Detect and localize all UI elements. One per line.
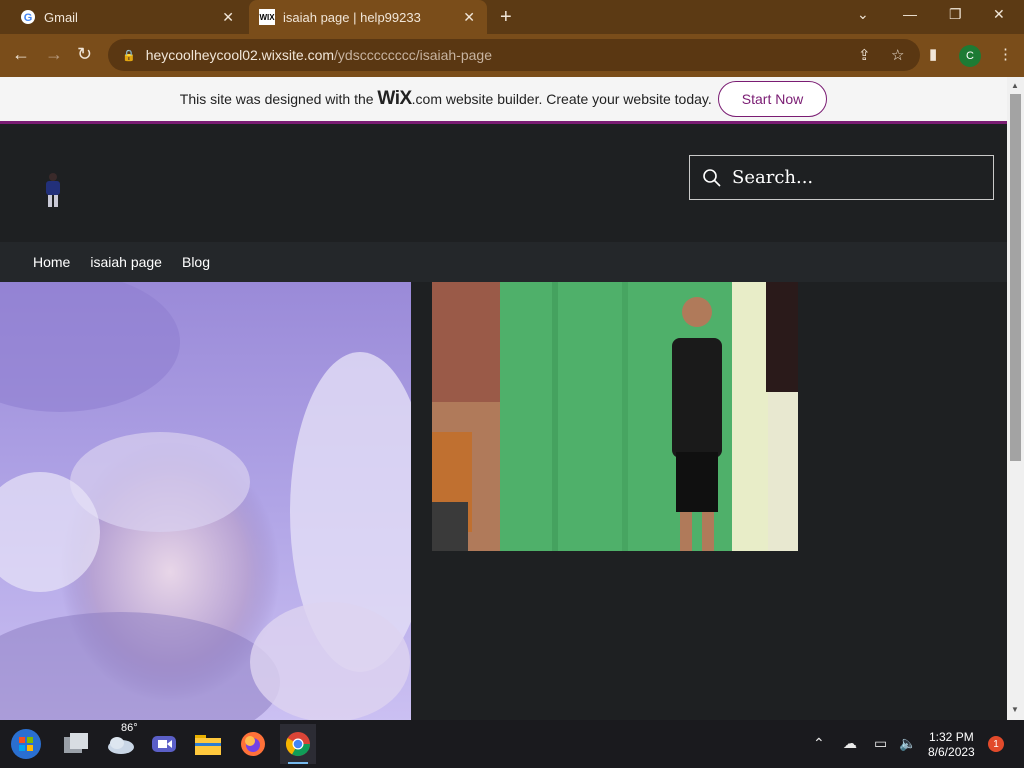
share-icon[interactable]: ⇪ <box>858 46 871 64</box>
search-placeholder: Search... <box>732 167 814 188</box>
gallery-photo-green-screen[interactable] <box>432 282 798 551</box>
gallery-photo-blurry-selfie[interactable] <box>0 282 411 720</box>
site-search-input[interactable]: Search... <box>689 155 994 200</box>
side-panel-icon[interactable]: ▮ <box>929 45 937 63</box>
file-explorer-icon[interactable] <box>192 728 224 760</box>
url-host: heycoolheycool02.wixsite.com <box>145 47 335 63</box>
wix-icon: WIX <box>259 9 275 25</box>
svg-text:G: G <box>24 12 33 24</box>
lock-icon: 🔒 <box>122 49 136 62</box>
site-nav-menu: Home isaiah page Blog <box>0 242 1007 282</box>
site-logo[interactable] <box>40 171 66 211</box>
bookmark-star-icon[interactable]: ☆ <box>891 46 904 64</box>
tab-title: isaiah page | help99233 <box>283 9 421 25</box>
scroll-down-icon[interactable]: ▼ <box>1011 705 1019 714</box>
notification-badge[interactable]: 1 <box>988 736 1004 752</box>
weather-icon[interactable]: 86° <box>105 722 138 760</box>
volume-icon[interactable]: 🔈 <box>899 735 916 752</box>
browser-toolbar: ← → ↻ 🔒 heycoolheycool02.wixsite.com/yds… <box>0 34 1024 77</box>
page-scrollbar[interactable]: ▲ ▼ <box>1007 77 1024 720</box>
minimize-icon[interactable]: — <box>903 6 917 22</box>
tab-search-icon[interactable]: ⌄ <box>857 6 869 23</box>
tab-bar: G Gmail ✕ WIX isaiah page | help99233 ✕ … <box>0 0 1024 34</box>
wix-promo-banner: This site was designed with the WiX.com … <box>0 77 1007 124</box>
nav-blog[interactable]: Blog <box>182 254 210 270</box>
meet-icon[interactable] <box>148 728 180 760</box>
menu-dots-icon[interactable]: ⋮ <box>998 45 1013 63</box>
close-tab-icon[interactable]: ✕ <box>463 9 475 26</box>
tab-title: Gmail <box>44 9 78 25</box>
chrome-icon[interactable] <box>280 724 316 764</box>
start-now-button[interactable]: Start Now <box>717 81 828 117</box>
search-icon <box>703 168 721 187</box>
nav-isaiah-page[interactable]: isaiah page <box>90 254 162 270</box>
active-indicator <box>288 762 308 764</box>
restore-icon[interactable]: ❐ <box>949 6 962 23</box>
close-window-icon[interactable]: ✕ <box>993 6 1005 23</box>
taskbar-clock[interactable]: 1:32 PM 8/6/2023 <box>928 730 975 760</box>
close-tab-icon[interactable]: ✕ <box>222 9 234 26</box>
new-tab-icon[interactable]: + <box>500 6 512 29</box>
windows-taskbar: 86° ⌃ ☁ ▭ 🔈 1:32 PM 8/6/2023 <box>0 720 1024 768</box>
task-view-icon[interactable] <box>61 728 93 760</box>
nav-home[interactable]: Home <box>33 254 70 270</box>
clock-time: 1:32 PM <box>929 730 974 744</box>
address-bar[interactable]: 🔒 heycoolheycool02.wixsite.com/ydscccccc… <box>108 39 920 71</box>
firefox-icon[interactable] <box>237 728 269 760</box>
start-button-icon[interactable] <box>10 728 42 760</box>
site-page: Search... Home isaiah page Blog <box>0 127 1007 720</box>
show-hidden-icons-icon[interactable]: ⌃ <box>813 735 825 752</box>
back-icon[interactable]: ← <box>12 44 30 65</box>
banner-text-after: .com website builder. Create your websit… <box>411 91 712 107</box>
tab-gmail[interactable]: G Gmail ✕ <box>0 0 246 34</box>
tab-isaiah-page[interactable]: WIX isaiah page | help99233 ✕ <box>249 0 487 34</box>
weather-temp: 86° <box>121 722 138 734</box>
profile-avatar[interactable]: C <box>959 45 981 67</box>
clock-date: 8/6/2023 <box>928 745 975 759</box>
url-path: /ydscccccccc/isaiah-page <box>334 47 492 63</box>
banner-text-before: This site was designed with the <box>179 91 378 107</box>
network-icon[interactable]: ▭ <box>874 735 887 752</box>
onedrive-icon[interactable]: ☁ <box>843 735 857 752</box>
wix-logo: WiX <box>377 88 412 109</box>
reload-icon[interactable]: ↻ <box>77 44 92 65</box>
scrollbar-thumb[interactable] <box>1010 94 1021 461</box>
forward-icon[interactable]: → <box>45 44 63 65</box>
scroll-up-icon[interactable]: ▲ <box>1011 81 1019 90</box>
wix-banner-text: This site was designed with the WiX.com … <box>180 88 712 110</box>
google-g-icon: G <box>20 9 36 25</box>
